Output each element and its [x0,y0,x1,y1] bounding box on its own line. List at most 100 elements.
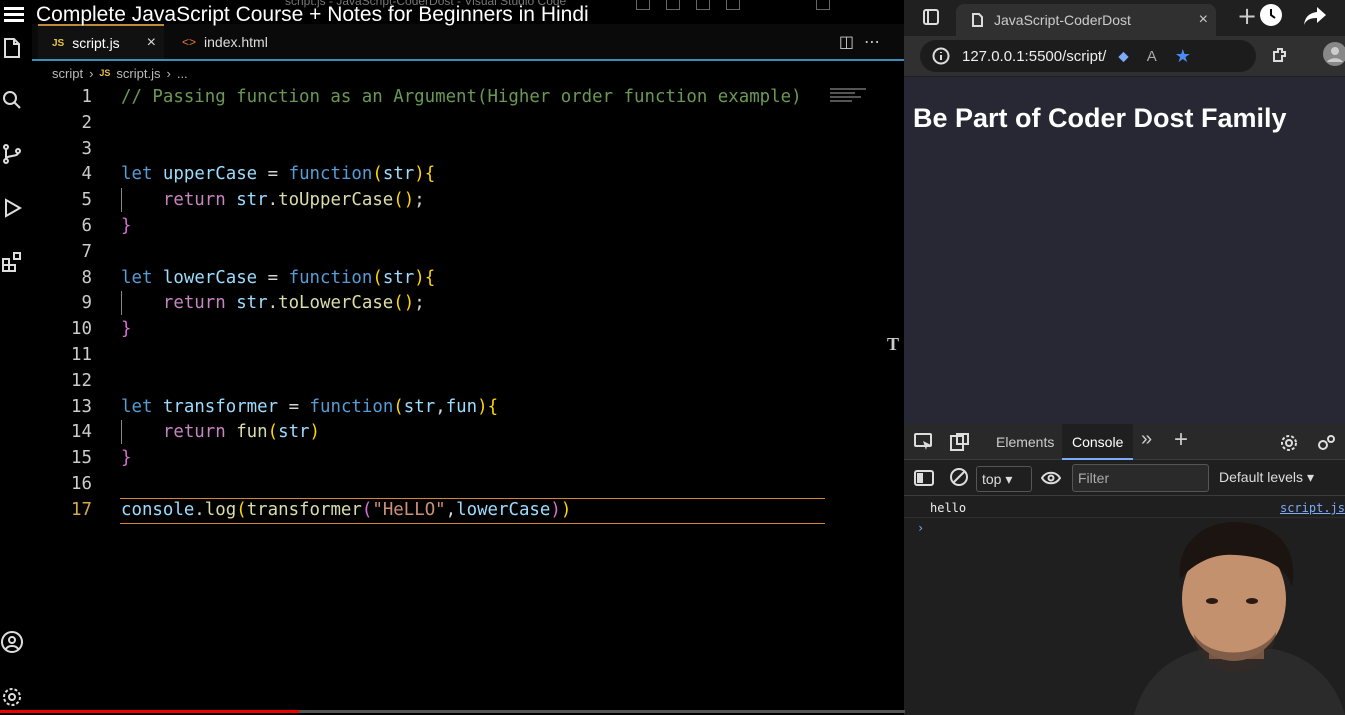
code-line[interactable]: 9 return str.toLowerCase(); [32,291,904,317]
code-text: let transformer = function(str,fun){ [121,396,499,417]
devtools-panel: Elements Console » + top ▾ Filter Defaul… [904,424,1345,715]
code-line[interactable]: 4 let upperCase = function(str){ [32,162,904,188]
browser-tab-title: JavaScript-CoderDost [994,12,1131,28]
video-progress-bar[interactable] [0,710,905,713]
tab-console[interactable]: Console [1062,424,1134,460]
explorer-icon[interactable] [0,36,24,60]
line-number: 17 [71,499,92,520]
line-number: 15 [71,448,92,469]
line-number: 7 [81,241,92,262]
menu-icon[interactable] [4,4,24,25]
presenter-webcam [1134,522,1345,715]
console-toolbar: top ▾ Filter Default levels ▾ [904,460,1345,496]
run-debug-icon[interactable] [0,196,24,220]
tab-actions-icon[interactable] [922,8,940,26]
clear-console-icon[interactable] [949,467,969,487]
vertical-scrollbar[interactable] [884,60,904,715]
context-select[interactable]: top ▾ [976,466,1032,492]
code-line[interactable]: 11 [32,343,904,369]
console-message: hello script.js [904,498,1345,518]
gear-icon[interactable] [1279,433,1299,453]
avatar[interactable] [1322,41,1345,67]
split-editor-icon[interactable]: ◫ [839,32,864,51]
extensions-icon[interactable] [0,250,24,274]
close-icon[interactable]: × [1199,11,1208,29]
filter-input[interactable]: Filter [1072,464,1209,492]
star-icon[interactable]: ★ [1175,46,1191,67]
js-file-icon: JS [99,68,111,78]
code-line[interactable]: 15} [32,446,904,472]
more-tabs-icon[interactable]: » [1141,428,1152,451]
info-icon[interactable] [932,47,950,65]
breadcrumb: script › JS script.js › ... [52,64,188,82]
code-line[interactable]: 10} [32,317,904,343]
code-line[interactable]: 16 [32,472,904,498]
tab-divider [32,59,904,61]
code-view[interactable]: 1 // Passing function as an Argument(High… [32,85,904,524]
html-file-icon: <> [182,35,197,49]
remote-devices-icon[interactable] [1315,433,1337,453]
sidebar-toggle-icon[interactable] [914,469,934,487]
code-line[interactable]: 5 return str.toUpperCase(); [32,188,904,214]
gear-icon[interactable] [0,685,24,709]
breadcrumb-more[interactable]: ... [177,66,188,81]
address-bar[interactable]: 127.0.0.1:5500/script/ ⬥ A ★ [920,40,1256,72]
video-title: Complete JavaScript Course + Notes for B… [36,3,589,26]
browser-window: JavaScript-CoderDost × + 127.0.0.1:5500/… [904,0,1345,715]
breadcrumb-folder[interactable]: script [52,66,83,81]
js-file-icon: JS [52,37,65,49]
chevron-right-icon: › [89,65,94,81]
breadcrumb-file[interactable]: script.js [116,66,160,81]
browser-tab[interactable]: JavaScript-CoderDost × [956,4,1216,36]
inspect-icon[interactable] [914,433,934,451]
more-actions-icon[interactable]: ⋯ [864,32,890,51]
video-progress-fill [0,710,299,713]
code-line[interactable]: 14 return fun(str) [32,420,904,446]
levels-label: Default levels [1219,469,1304,485]
source-control-icon[interactable] [0,142,24,166]
account-icon[interactable] [0,630,24,654]
code-line[interactable]: 13 let transformer = function(str,fun){ [32,395,904,421]
chevron-right-icon: › [917,521,925,535]
new-tab-icon[interactable]: + [1237,2,1257,30]
code-line[interactable]: 6} [32,214,904,240]
code-text: // Passing function as an Argument(Highe… [121,87,802,107]
code-line[interactable]: 3 [32,137,904,163]
indent-guide [121,420,122,444]
tab-elements[interactable]: Elements [986,424,1064,460]
code-text: return str.toLowerCase(); [162,293,425,314]
page-heading: Be Part of Coder Dost Family [913,103,1287,133]
tab-label: script.js [72,35,120,51]
chevron-right-icon: › [166,65,171,81]
share-icon[interactable] [1302,4,1328,28]
code-line[interactable]: 2 [32,111,904,137]
line-number: 8 [81,267,92,288]
code-line[interactable]: 12 [32,369,904,395]
code-text: } [121,319,132,340]
code-line[interactable]: 1 // Passing function as an Argument(High… [32,85,904,111]
editor-area: JS script.js × <> index.html ◫⋯ script ›… [32,24,904,715]
line-number: 2 [81,112,92,133]
eye-icon[interactable] [1041,470,1061,486]
log-levels-dropdown[interactable]: Default levels ▾ [1219,469,1314,486]
console-source-link[interactable]: script.js [1280,498,1345,518]
code-line[interactable]: 8 let lowerCase = function(str){ [32,266,904,292]
url-text: 127.0.0.1:5500/script/ [962,47,1107,65]
tag-icon[interactable]: ⬥ [1118,48,1129,65]
line-number: 11 [71,344,92,365]
text-cursor-icon: T [887,334,900,354]
device-toggle-icon[interactable] [950,433,970,451]
line-number: 13 [71,396,92,417]
read-aloud-icon[interactable]: A [1147,48,1157,65]
chevron-down-icon: ▾ [1005,471,1013,487]
chevron-down-icon: ▾ [1306,469,1314,485]
line-number: 4 [81,164,92,185]
code-line[interactable]: 7 [32,240,904,266]
clock-icon[interactable] [1259,3,1283,27]
search-icon[interactable] [0,88,24,112]
extensions-icon[interactable] [1270,45,1290,65]
minimap[interactable] [830,86,866,116]
close-icon[interactable]: × [147,34,156,52]
line-number: 5 [81,190,92,211]
add-panel-icon[interactable]: + [1174,426,1188,454]
